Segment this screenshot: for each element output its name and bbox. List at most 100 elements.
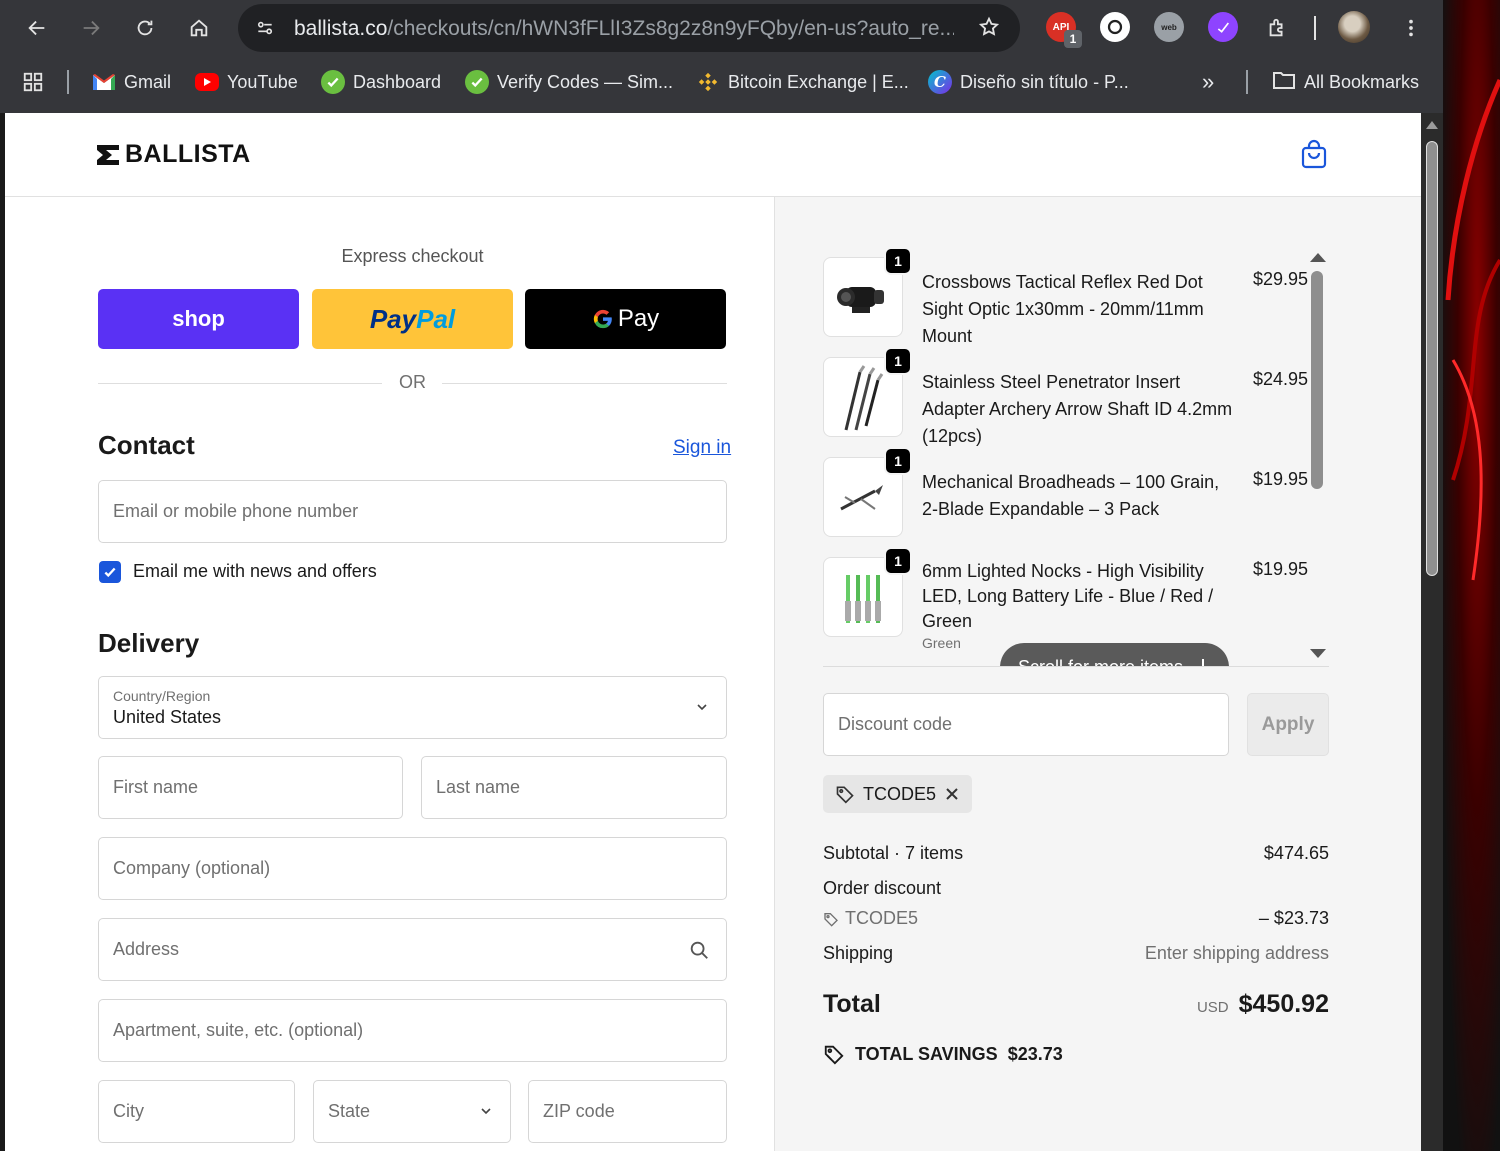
- item-name: Mechanical Broadheads – 100 Grain, 2-Bla…: [922, 472, 1220, 519]
- browser-menu-button[interactable]: [1392, 9, 1430, 47]
- bookmark-gmail[interactable]: Gmail: [92, 68, 171, 96]
- quantity-badge: 1: [884, 247, 912, 275]
- checkmark-icon: [104, 567, 116, 578]
- youtube-icon: [195, 73, 219, 91]
- discount-code-field[interactable]: Discount code: [823, 693, 1229, 756]
- discount-code-label: TCODE5: [845, 908, 919, 928]
- bookmark-bitcoin-exchange[interactable]: Bitcoin Exchange | E...: [696, 68, 909, 96]
- lighted-nocks-image: [845, 575, 881, 623]
- cart-item: 1 Stainless Steel Penetrator Insert Adap…: [823, 347, 1313, 446]
- chevron-down-icon: [481, 1108, 491, 1115]
- scroll-up-arrow-icon[interactable]: [1426, 121, 1438, 129]
- apartment-placeholder: Apartment, suite, etc. (optional): [113, 1020, 364, 1040]
- summary-scroll-up-icon[interactable]: [1310, 253, 1326, 262]
- toolbar-divider: [1314, 16, 1316, 40]
- order-summary: 1 Crossbows Tactical Reflex Red Dot Sigh…: [775, 197, 1421, 1151]
- scroll-for-more-label: Scroll for more items: [1018, 656, 1184, 667]
- state-select[interactable]: State: [313, 1080, 511, 1143]
- bookmark-label: Gmail: [124, 71, 172, 92]
- zip-field[interactable]: ZIP code: [528, 1080, 727, 1143]
- bookmark-label: Verify Codes — Sim...: [497, 71, 674, 92]
- remove-code-icon[interactable]: [944, 786, 960, 802]
- apartment-field[interactable]: Apartment, suite, etc. (optional): [98, 999, 727, 1062]
- paypal-button[interactable]: Pay Pal: [312, 289, 513, 349]
- item-name: Crossbows Tactical Reflex Red Dot Sight …: [922, 272, 1204, 346]
- summary-scroll-down-icon[interactable]: [1310, 649, 1326, 658]
- last-name-field[interactable]: Last name: [421, 756, 727, 819]
- bookmark-youtube[interactable]: YouTube: [195, 68, 298, 96]
- web-extension-icon[interactable]: web: [1154, 12, 1184, 42]
- google-pay-button[interactable]: Pay: [525, 289, 726, 349]
- address-bar[interactable]: ballista.co/checkouts/cn/hWN3fFLlI3Zs8g2…: [238, 4, 1020, 52]
- bookmarks-bar: Gmail YouTube Dashboard Verify Codes — S…: [0, 58, 1443, 106]
- extensions-puzzle-icon[interactable]: [1258, 9, 1296, 47]
- item-price: $19.95: [1253, 559, 1309, 579]
- country-select[interactable]: Country/Region United States: [98, 676, 727, 739]
- scroll-for-more-button[interactable]: Scroll for more items: [1000, 643, 1230, 667]
- page-scrollbar[interactable]: [1421, 113, 1443, 1151]
- home-button[interactable]: [180, 9, 218, 47]
- purple-extension-icon[interactable]: [1208, 12, 1238, 42]
- zip-placeholder: ZIP code: [543, 1101, 615, 1121]
- back-button[interactable]: [18, 9, 56, 47]
- order-discount-row: Order discount: [823, 878, 1329, 899]
- sign-in-link[interactable]: Sign in: [673, 437, 731, 459]
- address-field[interactable]: Address: [98, 918, 727, 981]
- subtotal-value: $474.65: [1263, 843, 1329, 863]
- country-value: United States: [113, 707, 222, 727]
- total-label: Total: [823, 990, 881, 1018]
- bookmark-label: Diseño sin título - P...: [960, 71, 1129, 92]
- cart-item: 1 Mechanical Broadheads – 100 Grain, 2-B…: [823, 447, 1313, 537]
- first-name-field[interactable]: First name: [98, 756, 403, 819]
- cart-items-list[interactable]: 1 Crossbows Tactical Reflex Red Dot Sigh…: [823, 243, 1329, 667]
- apps-grid-icon[interactable]: [14, 63, 52, 101]
- newsletter-label: Email me with news and offers: [133, 561, 377, 581]
- currency-code: USD: [1196, 999, 1229, 1016]
- bookmark-star-icon[interactable]: [978, 16, 1000, 43]
- ballista-logo[interactable]: BALLISTA: [97, 140, 251, 169]
- bookmark-canva[interactable]: C Diseño sin título - P...: [928, 68, 1129, 96]
- bookmark-dashboard[interactable]: Dashboard: [321, 68, 441, 96]
- shop-pay-label: shop: [172, 306, 225, 331]
- all-bookmarks-button[interactable]: All Bookmarks: [1272, 68, 1419, 96]
- applied-discount-chip: TCODE5: [823, 775, 973, 813]
- summary-scrollbar-thumb[interactable]: [1311, 271, 1323, 489]
- company-placeholder: Company (optional): [113, 858, 271, 878]
- search-icon: [690, 941, 708, 959]
- discount-placeholder: Discount code: [838, 714, 953, 734]
- apply-discount-button[interactable]: Apply: [1247, 693, 1329, 756]
- url-path: /checkouts/cn/hWN3fFLlI3Zs8g2z8n9yFQby/e…: [387, 17, 954, 40]
- total-value-group: USD $450.92: [1197, 990, 1329, 1019]
- subtotal-label: Subtotal · 7 items: [823, 843, 964, 863]
- newsletter-checkbox[interactable]: [99, 561, 121, 583]
- applied-code-label: TCODE5: [863, 783, 937, 804]
- bookmark-label: YouTube: [227, 71, 298, 92]
- api-extension-icon[interactable]: API 1: [1046, 12, 1082, 48]
- bookmarks-overflow-button[interactable]: »: [1202, 68, 1214, 96]
- extension-icon-2[interactable]: [1100, 12, 1130, 42]
- brand-name: BALLISTA: [125, 140, 251, 168]
- email-field[interactable]: Email or mobile phone number: [98, 480, 727, 543]
- shopping-bag-icon[interactable]: [1300, 139, 1330, 171]
- profile-avatar[interactable]: [1338, 11, 1370, 43]
- bookmarks-divider: [1246, 70, 1248, 94]
- savings-value: $23.73: [1007, 1043, 1063, 1064]
- google-g-icon: [593, 309, 612, 329]
- scrollbar-thumb[interactable]: [1426, 141, 1438, 576]
- company-field[interactable]: Company (optional): [98, 837, 727, 900]
- country-label: Country/Region: [113, 688, 211, 704]
- bookmark-verify-codes[interactable]: Verify Codes — Sim...: [465, 68, 673, 96]
- forward-button[interactable]: [72, 9, 110, 47]
- discount-code-row: TCODE5 – $23.73: [823, 908, 1329, 929]
- or-divider: OR: [98, 372, 727, 396]
- reload-button[interactable]: [126, 9, 164, 47]
- bookmark-label: Dashboard: [353, 71, 442, 92]
- checkout-page: BALLISTA Express checkout shop Pay Pal Pa…: [5, 113, 1421, 1151]
- site-settings-icon[interactable]: [250, 13, 280, 43]
- forward-arrow-icon: [83, 20, 100, 36]
- shop-pay-button[interactable]: shop: [98, 289, 299, 349]
- kebab-menu-icon: [1409, 19, 1413, 37]
- check-circle-icon: [321, 70, 345, 94]
- savings-tag-icon: [824, 1045, 844, 1065]
- city-field[interactable]: City: [98, 1080, 295, 1143]
